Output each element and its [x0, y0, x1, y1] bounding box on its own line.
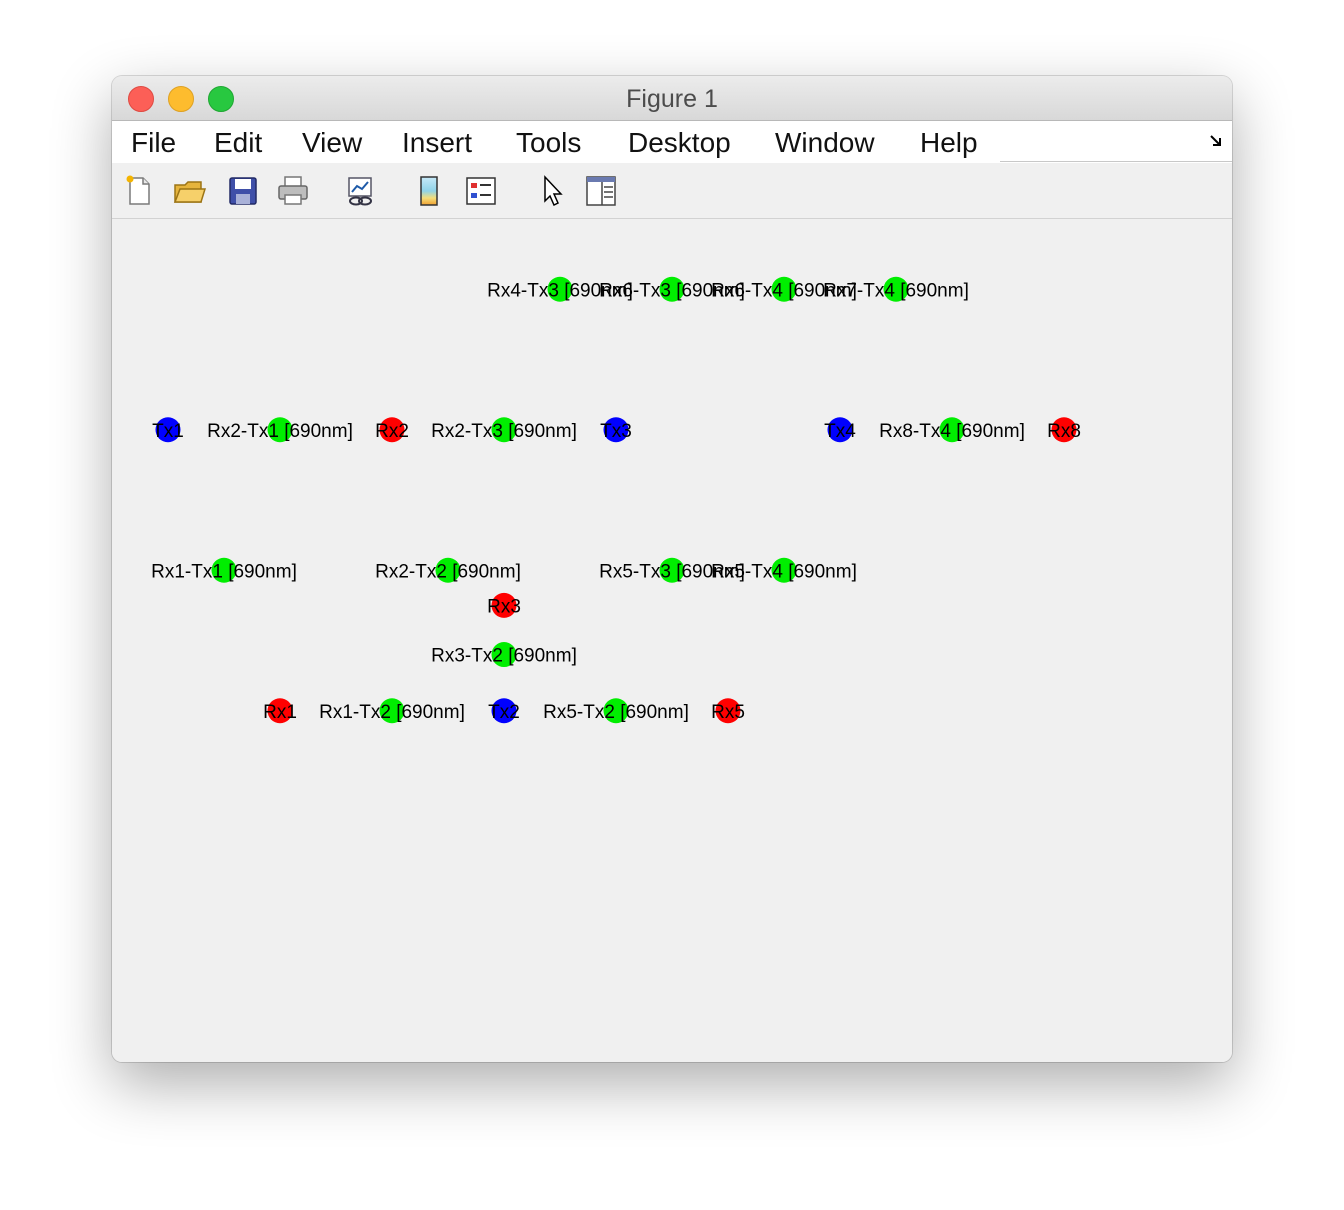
menu-desktop[interactable]: Desktop: [628, 127, 731, 159]
channel-label: Rx7-Tx4 [690nm]: [823, 280, 969, 301]
channel-label: Rx2-Tx1 [690nm]: [207, 421, 353, 442]
dock-figure-icon[interactable]: [1208, 133, 1224, 149]
receiver-label: Rx2: [375, 421, 409, 442]
channel-label: Rx3-Tx2 [690nm]: [431, 646, 577, 667]
property-inspector-icon[interactable]: [584, 174, 618, 208]
menu-window[interactable]: Window: [775, 127, 875, 159]
open-file-icon[interactable]: [172, 174, 206, 208]
channel-label: Rx1-Tx2 [690nm]: [319, 702, 465, 723]
menu-help[interactable]: Help: [920, 127, 978, 159]
figure-window: Figure 1 File Edit View Insert Tools Des…: [112, 76, 1232, 1062]
new-figure-icon[interactable]: [122, 174, 156, 208]
transmitter-label: Tx1: [152, 421, 184, 442]
receiver-label: Rx1: [263, 702, 297, 723]
pointer-icon[interactable]: [536, 174, 570, 208]
link-plot-icon[interactable]: [344, 174, 378, 208]
figure-canvas[interactable]: Rx1Rx2Rx3Rx4Rx5Rx6Rx7Rx8Tx1Tx2Tx3Tx4Rx1-…: [112, 219, 1232, 1062]
figure-toolbar: [112, 164, 1232, 219]
receiver-label: Rx3: [487, 596, 521, 617]
menu-view[interactable]: View: [302, 127, 362, 159]
scatter-plot: Rx1Rx2Rx3Rx4Rx5Rx6Rx7Rx8Tx1Tx2Tx3Tx4Rx1-…: [151, 276, 1081, 724]
channel-label: Rx1-Tx1 [690nm]: [151, 561, 297, 582]
receiver-label: Rx5: [711, 702, 745, 723]
menu-tools[interactable]: Tools: [516, 127, 581, 159]
transmitter-label: Tx4: [824, 421, 856, 442]
window-title: Figure 1: [626, 85, 718, 113]
receiver-label: Rx8: [1047, 421, 1081, 442]
channel-label: Rx8-Tx4 [690nm]: [879, 421, 1025, 442]
channel-label: Rx5-Tx4 [690nm]: [711, 561, 857, 582]
channel-label: Rx5-Tx2 [690nm]: [543, 702, 689, 723]
menu-insert[interactable]: Insert: [402, 127, 472, 159]
print-icon[interactable]: [276, 174, 310, 208]
transmitter-label: Tx2: [488, 702, 520, 723]
title-bar[interactable]: Figure 1: [112, 76, 1232, 121]
channel-label: Rx2-Tx2 [690nm]: [375, 561, 521, 582]
menu-bar: File Edit View Insert Tools Desktop Wind…: [112, 121, 1232, 163]
menu-file[interactable]: File: [131, 127, 176, 159]
transmitter-label: Tx3: [600, 421, 632, 442]
legend-icon[interactable]: [464, 174, 498, 208]
menu-divider: [1000, 161, 1232, 162]
save-icon[interactable]: [226, 174, 260, 208]
colorbar-icon[interactable]: [412, 174, 446, 208]
channel-label: Rx2-Tx3 [690nm]: [431, 421, 577, 442]
menu-edit[interactable]: Edit: [214, 127, 262, 159]
